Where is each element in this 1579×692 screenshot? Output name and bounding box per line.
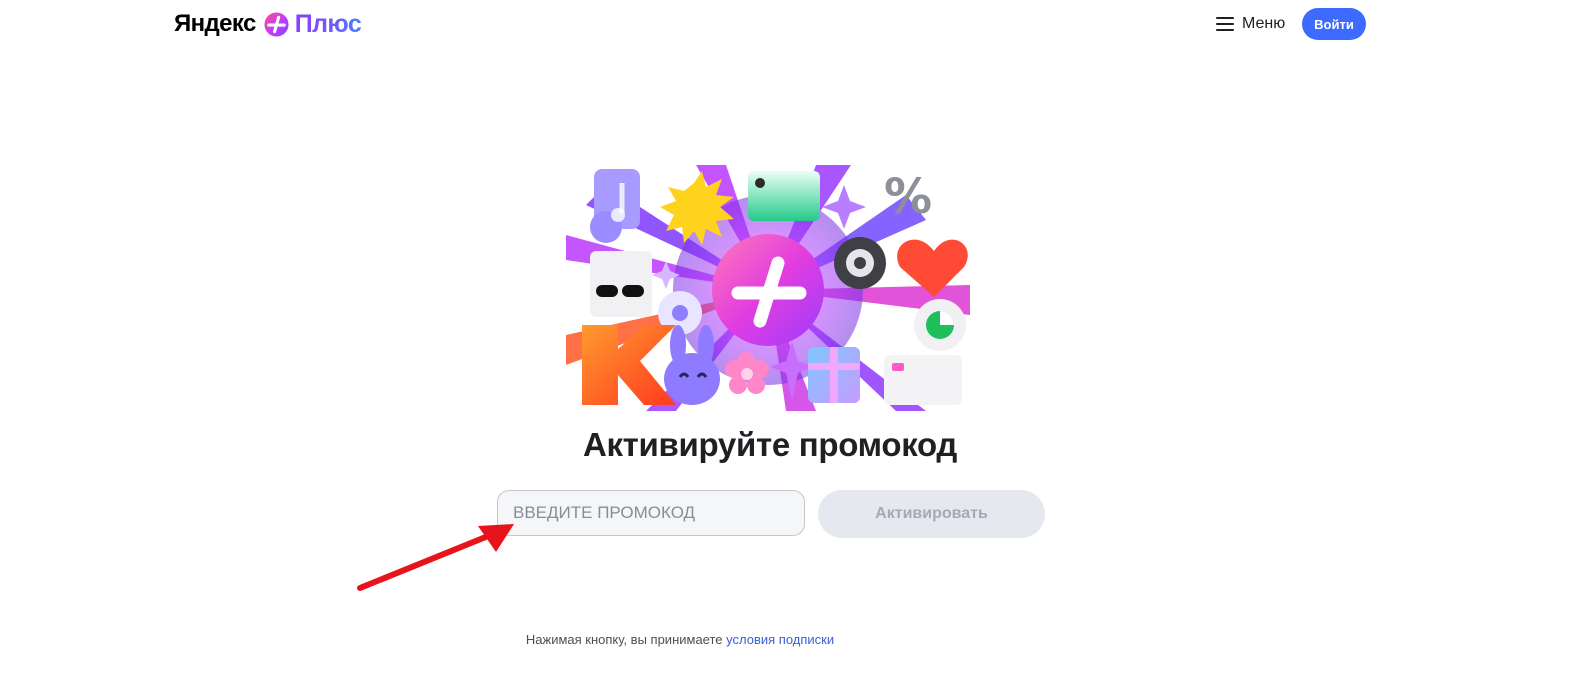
menu-label: Меню xyxy=(1242,15,1286,32)
page-title: Активируйте промокод xyxy=(582,426,958,463)
terms-link[interactable]: условия подписки xyxy=(726,632,834,647)
promo-code-input[interactable] xyxy=(497,490,805,536)
terms-note: Нажимая кнопку, вы принимаете условия по… xyxy=(0,632,1360,647)
activate-button[interactable]: Активировать xyxy=(818,490,1045,538)
terms-text: Нажимая кнопку, вы принимаете xyxy=(525,632,727,647)
yandex-plus-logo[interactable]: Яндекс Плюс xyxy=(174,8,362,40)
hamburger-menu-icon xyxy=(1216,17,1234,31)
page: Яндекс Плюс Меню Войти % Активируйте про… xyxy=(0,0,1579,692)
plus-logo-icon xyxy=(264,11,289,37)
red-arrow-annotation xyxy=(357,524,514,591)
svg-text:%: % xyxy=(884,169,932,225)
plus-rewards-illustration: % xyxy=(566,165,970,411)
logo-product-text: Плюс xyxy=(294,9,362,38)
login-button[interactable]: Войти xyxy=(1302,8,1366,40)
logo-brand-text: Яндекс xyxy=(174,10,256,37)
menu-button[interactable]: Меню xyxy=(1216,12,1285,36)
site-header: Яндекс Плюс Меню Войти xyxy=(0,0,1579,48)
